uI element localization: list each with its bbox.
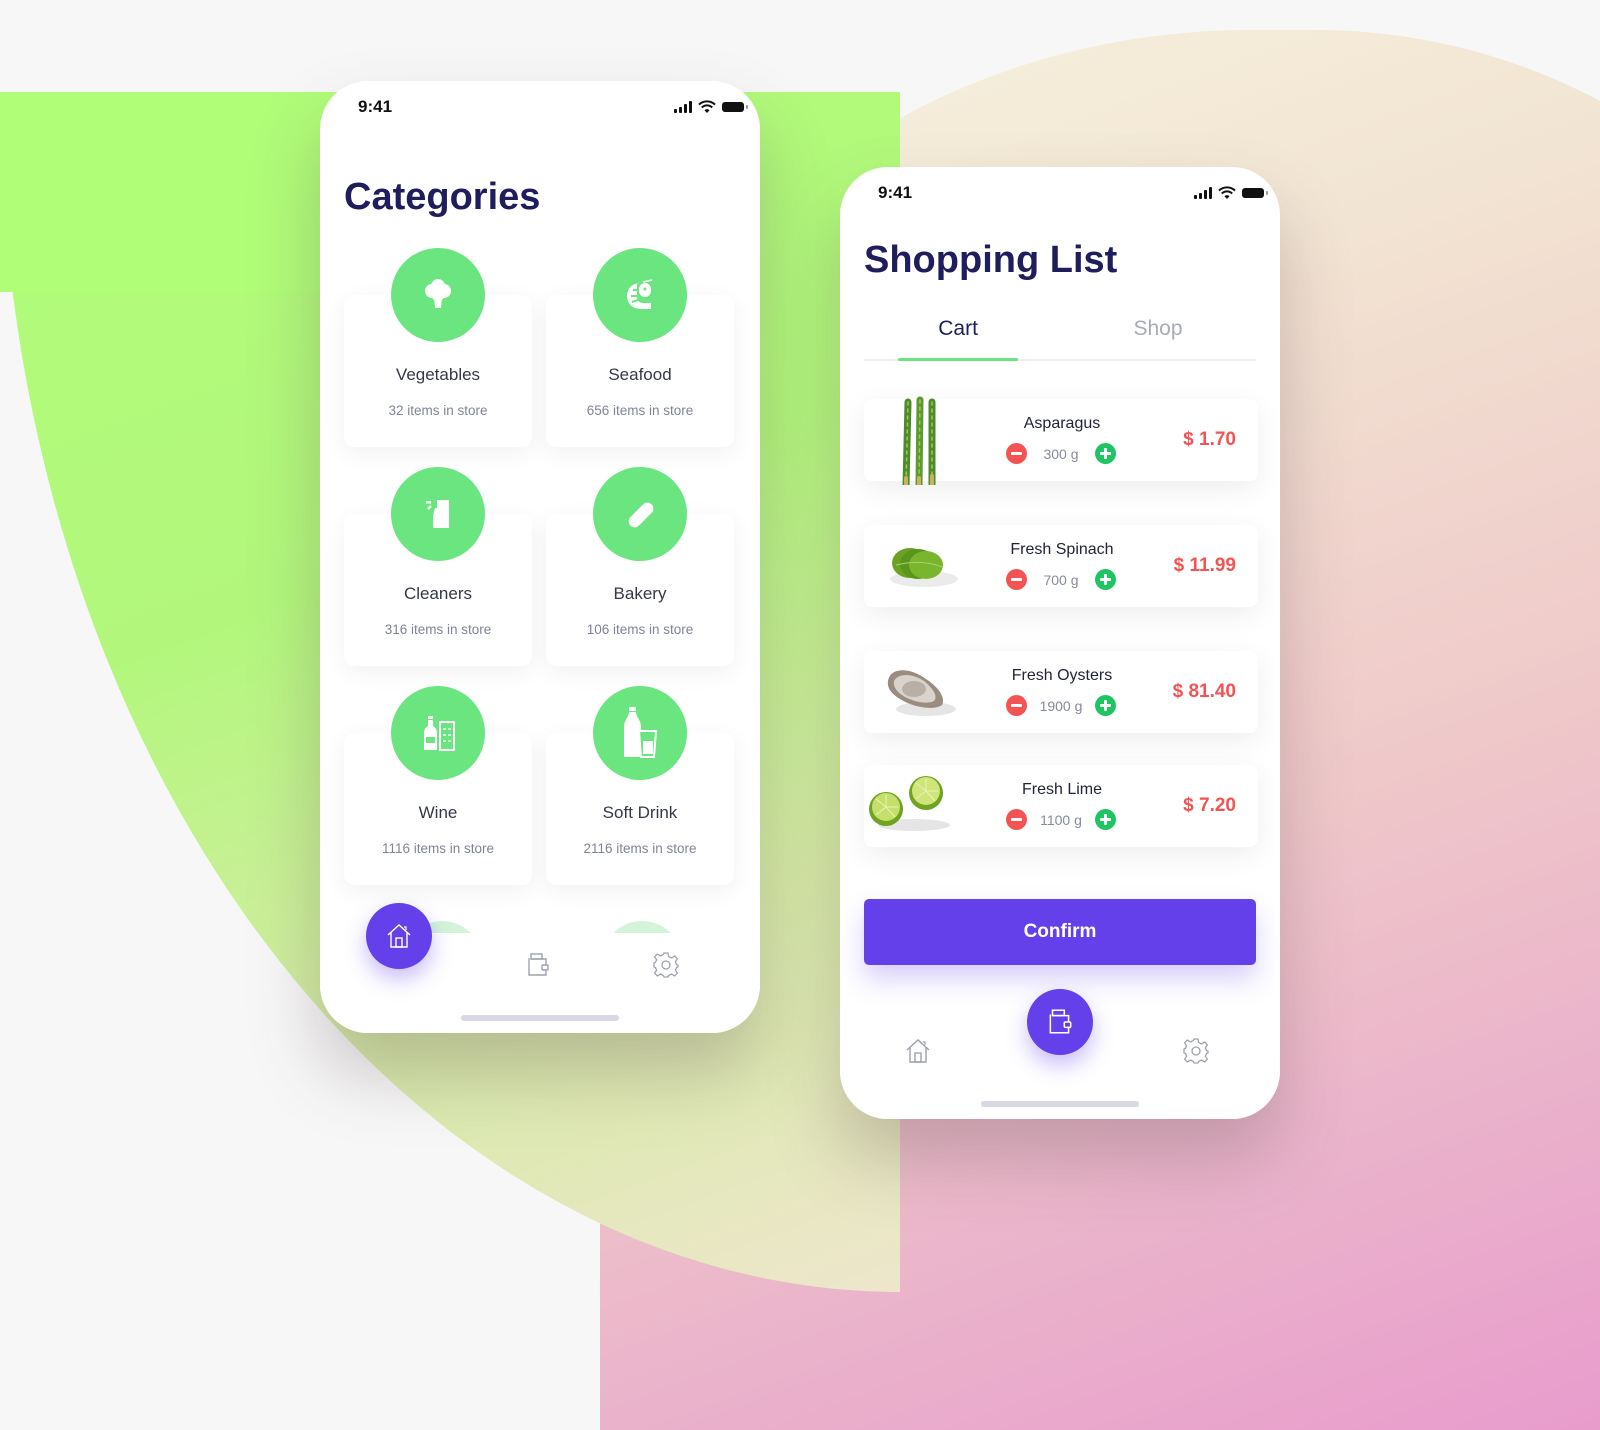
oyster-image xyxy=(887,670,956,716)
category-count: 656 items in store xyxy=(586,403,694,418)
category-card-seafood[interactable]: Seafood 656 items in store xyxy=(546,248,734,447)
item-name: Asparagus xyxy=(1023,415,1101,432)
category-count: 32 items in store xyxy=(388,403,488,418)
wifi-icon xyxy=(698,100,716,113)
cart-item-spinach: Fresh Spinach 700 g $ 11.99 xyxy=(864,525,1258,607)
category-name: Vegetables xyxy=(395,365,481,384)
category-count: 106 items in store xyxy=(586,622,694,637)
tab-shop[interactable]: Shop xyxy=(1060,317,1256,341)
quantity-stepper: 1100 g xyxy=(984,809,1140,830)
page-title: Categories xyxy=(344,176,541,218)
wallet-icon[interactable] xyxy=(523,950,553,980)
shopping-list-phone: 9:41 Shopping List Cart Shop Asparagus 3… xyxy=(840,167,1280,1119)
soda-bottle-icon xyxy=(593,686,687,780)
home-icon xyxy=(387,924,411,948)
cart-item-asparagus: Asparagus 300 g $ 1.70 xyxy=(864,396,1258,485)
status-bar: 9:41 xyxy=(878,181,1268,205)
status-bar: 9:41 xyxy=(358,95,748,119)
lime-image xyxy=(869,776,950,831)
category-name: Soft Drink xyxy=(602,803,678,822)
active-tab-indicator xyxy=(898,358,1018,361)
confirm-button[interactable]: Confirm xyxy=(864,899,1256,965)
settings-icon[interactable] xyxy=(651,950,681,980)
category-name: Wine xyxy=(418,803,458,822)
signal-icon xyxy=(1194,187,1212,199)
home-nav-button-active[interactable] xyxy=(366,903,432,969)
category-name: Bakery xyxy=(613,584,667,603)
settings-icon[interactable] xyxy=(1181,1036,1211,1066)
background-green-strip xyxy=(0,92,330,292)
category-count: 316 items in store xyxy=(384,622,492,637)
home-icon[interactable] xyxy=(903,1036,933,1066)
spinach-image xyxy=(890,548,958,587)
item-name: Fresh Lime xyxy=(1021,781,1103,798)
quantity-stepper: 300 g xyxy=(984,443,1140,464)
item-quantity: 1100 g xyxy=(1040,811,1082,828)
increase-quantity-button[interactable] xyxy=(1095,809,1116,830)
item-price: $ 7.20 xyxy=(1183,795,1236,816)
category-card-soft-drink[interactable]: Soft Drink 2116 items in store xyxy=(546,686,734,885)
item-name: Fresh Oysters xyxy=(1011,667,1113,684)
increase-quantity-button[interactable] xyxy=(1094,695,1116,716)
item-price: $ 1.70 xyxy=(1183,429,1236,450)
broccoli-icon xyxy=(391,248,485,342)
battery-icon xyxy=(1242,188,1268,198)
wine-bottle-icon xyxy=(391,686,485,780)
asparagus-image xyxy=(902,396,936,485)
status-time: 9:41 xyxy=(358,97,393,116)
increase-quantity-button[interactable] xyxy=(1094,569,1116,590)
category-name: Cleaners xyxy=(403,584,473,603)
item-price: $ 81.40 xyxy=(1172,681,1236,702)
status-time: 9:41 xyxy=(878,183,913,202)
quantity-stepper: 700 g xyxy=(984,569,1140,590)
wallet-nav-button-active[interactable] xyxy=(1027,989,1093,1055)
category-count: 1116 items in store xyxy=(381,841,495,856)
wifi-icon xyxy=(1218,186,1236,199)
signal-icon xyxy=(674,101,692,113)
page-title: Shopping List xyxy=(864,239,1118,281)
spray-bottle-icon xyxy=(391,467,485,561)
category-count: 2116 items in store xyxy=(583,841,697,856)
category-card-wine[interactable]: Wine 1116 items in store xyxy=(344,686,532,885)
item-price: $ 11.99 xyxy=(1173,555,1236,576)
cart-item-lime: Fresh Lime 1100 g $ 7.20 xyxy=(864,765,1258,847)
battery-icon xyxy=(722,102,748,112)
category-card-bakery[interactable]: Bakery 106 items in store xyxy=(546,467,734,666)
item-quantity: 300 g xyxy=(1043,445,1079,462)
tab-bar: Cart Shop xyxy=(864,317,1256,361)
category-card-vegetables[interactable]: Vegetables 32 items in store xyxy=(344,248,532,447)
decrease-quantity-button[interactable] xyxy=(1006,569,1027,590)
category-name: Seafood xyxy=(608,365,672,384)
categories-phone: 9:41 Categories Vegetables 32 items in s… xyxy=(320,81,760,1033)
item-quantity: 1900 g xyxy=(1039,697,1083,714)
wallet-icon xyxy=(1049,1009,1072,1034)
shrimp-icon xyxy=(593,248,687,342)
increase-quantity-button[interactable] xyxy=(1094,443,1116,464)
item-name: Fresh Spinach xyxy=(1010,541,1114,558)
cart-item-oysters: Fresh Oysters 1900 g $ 81.40 xyxy=(864,651,1258,733)
category-card-cleaners[interactable]: Cleaners 316 items in store xyxy=(344,467,532,666)
tab-cart[interactable]: Cart xyxy=(864,317,1052,341)
home-indicator xyxy=(981,1101,1139,1107)
item-quantity: 700 g xyxy=(1043,571,1079,588)
quantity-stepper: 1900 g xyxy=(984,695,1140,716)
decrease-quantity-button[interactable] xyxy=(1006,443,1027,464)
home-indicator xyxy=(461,1015,619,1021)
bread-icon xyxy=(593,467,687,561)
decrease-quantity-button[interactable] xyxy=(1006,695,1027,716)
decrease-quantity-button[interactable] xyxy=(1006,809,1027,830)
